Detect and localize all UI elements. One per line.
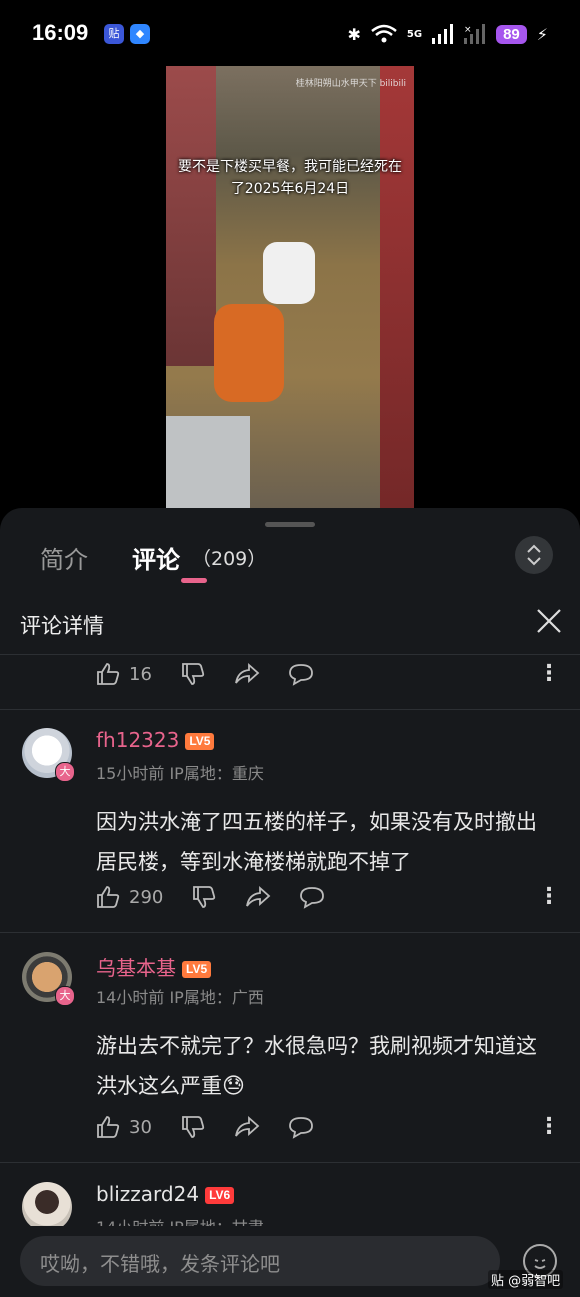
tab-comments[interactable]: 评论 <box>132 540 180 575</box>
thumbs-down-icon <box>182 1116 205 1138</box>
chevron-up-down-icon <box>527 544 541 566</box>
like-count: 290 <box>129 886 164 908</box>
status-icons: ✱ 5G × 89 ⚡ <box>347 20 548 48</box>
comment-bubble-icon <box>300 887 325 909</box>
source-watermark: 贴 @弱智吧 <box>488 1270 564 1289</box>
level-badge: LV5 <box>182 961 212 978</box>
battery-level: 89 <box>496 24 527 44</box>
thumbs-up-icon <box>97 886 120 908</box>
comment-actions: 290 <box>95 882 353 912</box>
comment-meta: 15小时前 IP属地：重庆 <box>96 764 264 783</box>
status-bar: 16:09 贴 ◆ ✱ 5G × 89 ⚡ <box>0 0 580 66</box>
like-button[interactable]: 30 <box>95 1114 152 1140</box>
comment-actions: 16 <box>95 659 342 689</box>
dislike-button[interactable] <box>191 884 217 910</box>
comment-item: blizzard24LV6 14小时前 IP属地：甘肃 <box>0 1178 580 1226</box>
share-icon <box>235 1115 260 1137</box>
thumbs-down-icon <box>193 886 216 908</box>
more-options-icon[interactable]: ⋮ <box>538 659 560 689</box>
comment-meta: 14小时前 IP属地：广西 <box>96 988 264 1007</box>
divider <box>0 1162 580 1163</box>
level-badge: LV5 <box>185 733 215 750</box>
comment-text: 因为洪水淹了四五楼的样子，如果没有及时撤出居民楼，等到水淹楼梯就跑不掉了 <box>96 810 537 874</box>
app-notification-icon: ◆ <box>130 24 150 44</box>
close-icon[interactable] <box>534 608 564 638</box>
video-player[interactable]: 桂林阳朔山水甲天下 bilibili 要不是下楼买早餐，我可能已经死在了2025… <box>166 66 414 510</box>
comment-input-bar: 哎呦，不错哦，发条评论吧 贴 @弱智吧 <box>0 1226 580 1297</box>
bluetooth-icon: ✱ <box>347 24 361 44</box>
reply-button[interactable] <box>288 661 314 687</box>
charging-icon: ⚡ <box>536 24 548 44</box>
share-button[interactable] <box>234 1114 260 1140</box>
video-scene-white-car <box>263 242 315 304</box>
video-scene-orange-car <box>214 304 284 402</box>
comment-text: 游出去不就完了？水很急吗？我刷视频才知道这洪水这么严重😓 <box>96 1034 537 1099</box>
network-type: 5G <box>406 28 423 40</box>
more-options-icon[interactable]: ⋮ <box>538 1112 560 1142</box>
dislike-button[interactable] <box>180 661 206 687</box>
comment-actions: 30 <box>95 1112 342 1142</box>
video-scene-truck <box>166 416 250 510</box>
username[interactable]: 乌基本基 LV5 <box>96 952 212 981</box>
reply-button[interactable] <box>299 884 325 910</box>
dislike-button[interactable] <box>180 1114 206 1140</box>
comment-count: （209） <box>192 548 267 570</box>
share-icon <box>246 885 271 907</box>
username[interactable]: fh12323 LV5 <box>96 728 215 752</box>
avatar[interactable] <box>22 1182 72 1226</box>
video-watermark: 桂林阳朔山水甲天下 bilibili <box>295 79 406 89</box>
like-button[interactable]: 16 <box>95 661 152 687</box>
big-member-badge: 大 <box>55 762 75 782</box>
status-time: 16:09 <box>32 20 89 45</box>
comment-input[interactable]: 哎呦，不错哦，发条评论吧 <box>20 1236 500 1286</box>
sweat-emoji-icon: 😓 <box>222 1074 245 1099</box>
tieba-app-icon: 贴 <box>104 24 124 44</box>
drag-handle[interactable] <box>265 522 315 527</box>
video-scene-building-left <box>166 66 216 366</box>
reply-button[interactable] <box>288 1114 314 1140</box>
like-count: 30 <box>129 1116 152 1138</box>
thumbs-up-icon <box>97 663 120 685</box>
comment-sheet: 简介 评论 （209） 评论详情 16 ⋮ 大 fh12323 LV5 15小时前… <box>0 508 580 1297</box>
svg-text:×: × <box>464 25 472 35</box>
comment-input-placeholder: 哎呦，不错哦，发条评论吧 <box>40 1252 280 1276</box>
video-caption: 要不是下楼买早餐，我可能已经死在了2025年6月24日 <box>178 159 402 197</box>
username[interactable]: blizzard24 LV6 <box>96 1182 235 1206</box>
signal-icon <box>432 24 454 44</box>
more-options-icon[interactable]: ⋮ <box>538 882 560 912</box>
big-member-badge: 大 <box>55 986 75 1006</box>
tab-intro[interactable]: 简介 <box>40 540 88 575</box>
like-button[interactable]: 290 <box>95 884 163 910</box>
comment-bubble-icon <box>289 664 313 686</box>
divider <box>0 654 580 655</box>
share-icon <box>235 662 260 684</box>
thumbs-up-icon <box>97 1116 120 1138</box>
comment-detail-title: 评论详情 <box>20 614 104 638</box>
comment-meta: 14小时前 IP属地：甘肃 <box>96 1214 264 1226</box>
divider <box>0 709 580 710</box>
share-button[interactable] <box>245 884 271 910</box>
expand-collapse-button[interactable] <box>515 536 553 574</box>
comment-bubble-icon <box>289 1117 313 1139</box>
level-badge: LV6 <box>205 1187 235 1204</box>
active-tab-indicator <box>181 578 207 583</box>
share-button[interactable] <box>234 661 260 687</box>
wifi-icon <box>371 24 397 43</box>
video-scene-building-right <box>380 66 414 510</box>
like-count: 16 <box>129 663 152 685</box>
divider <box>0 932 580 933</box>
signal-off-icon: × <box>464 24 486 44</box>
thumbs-down-icon <box>182 663 205 685</box>
